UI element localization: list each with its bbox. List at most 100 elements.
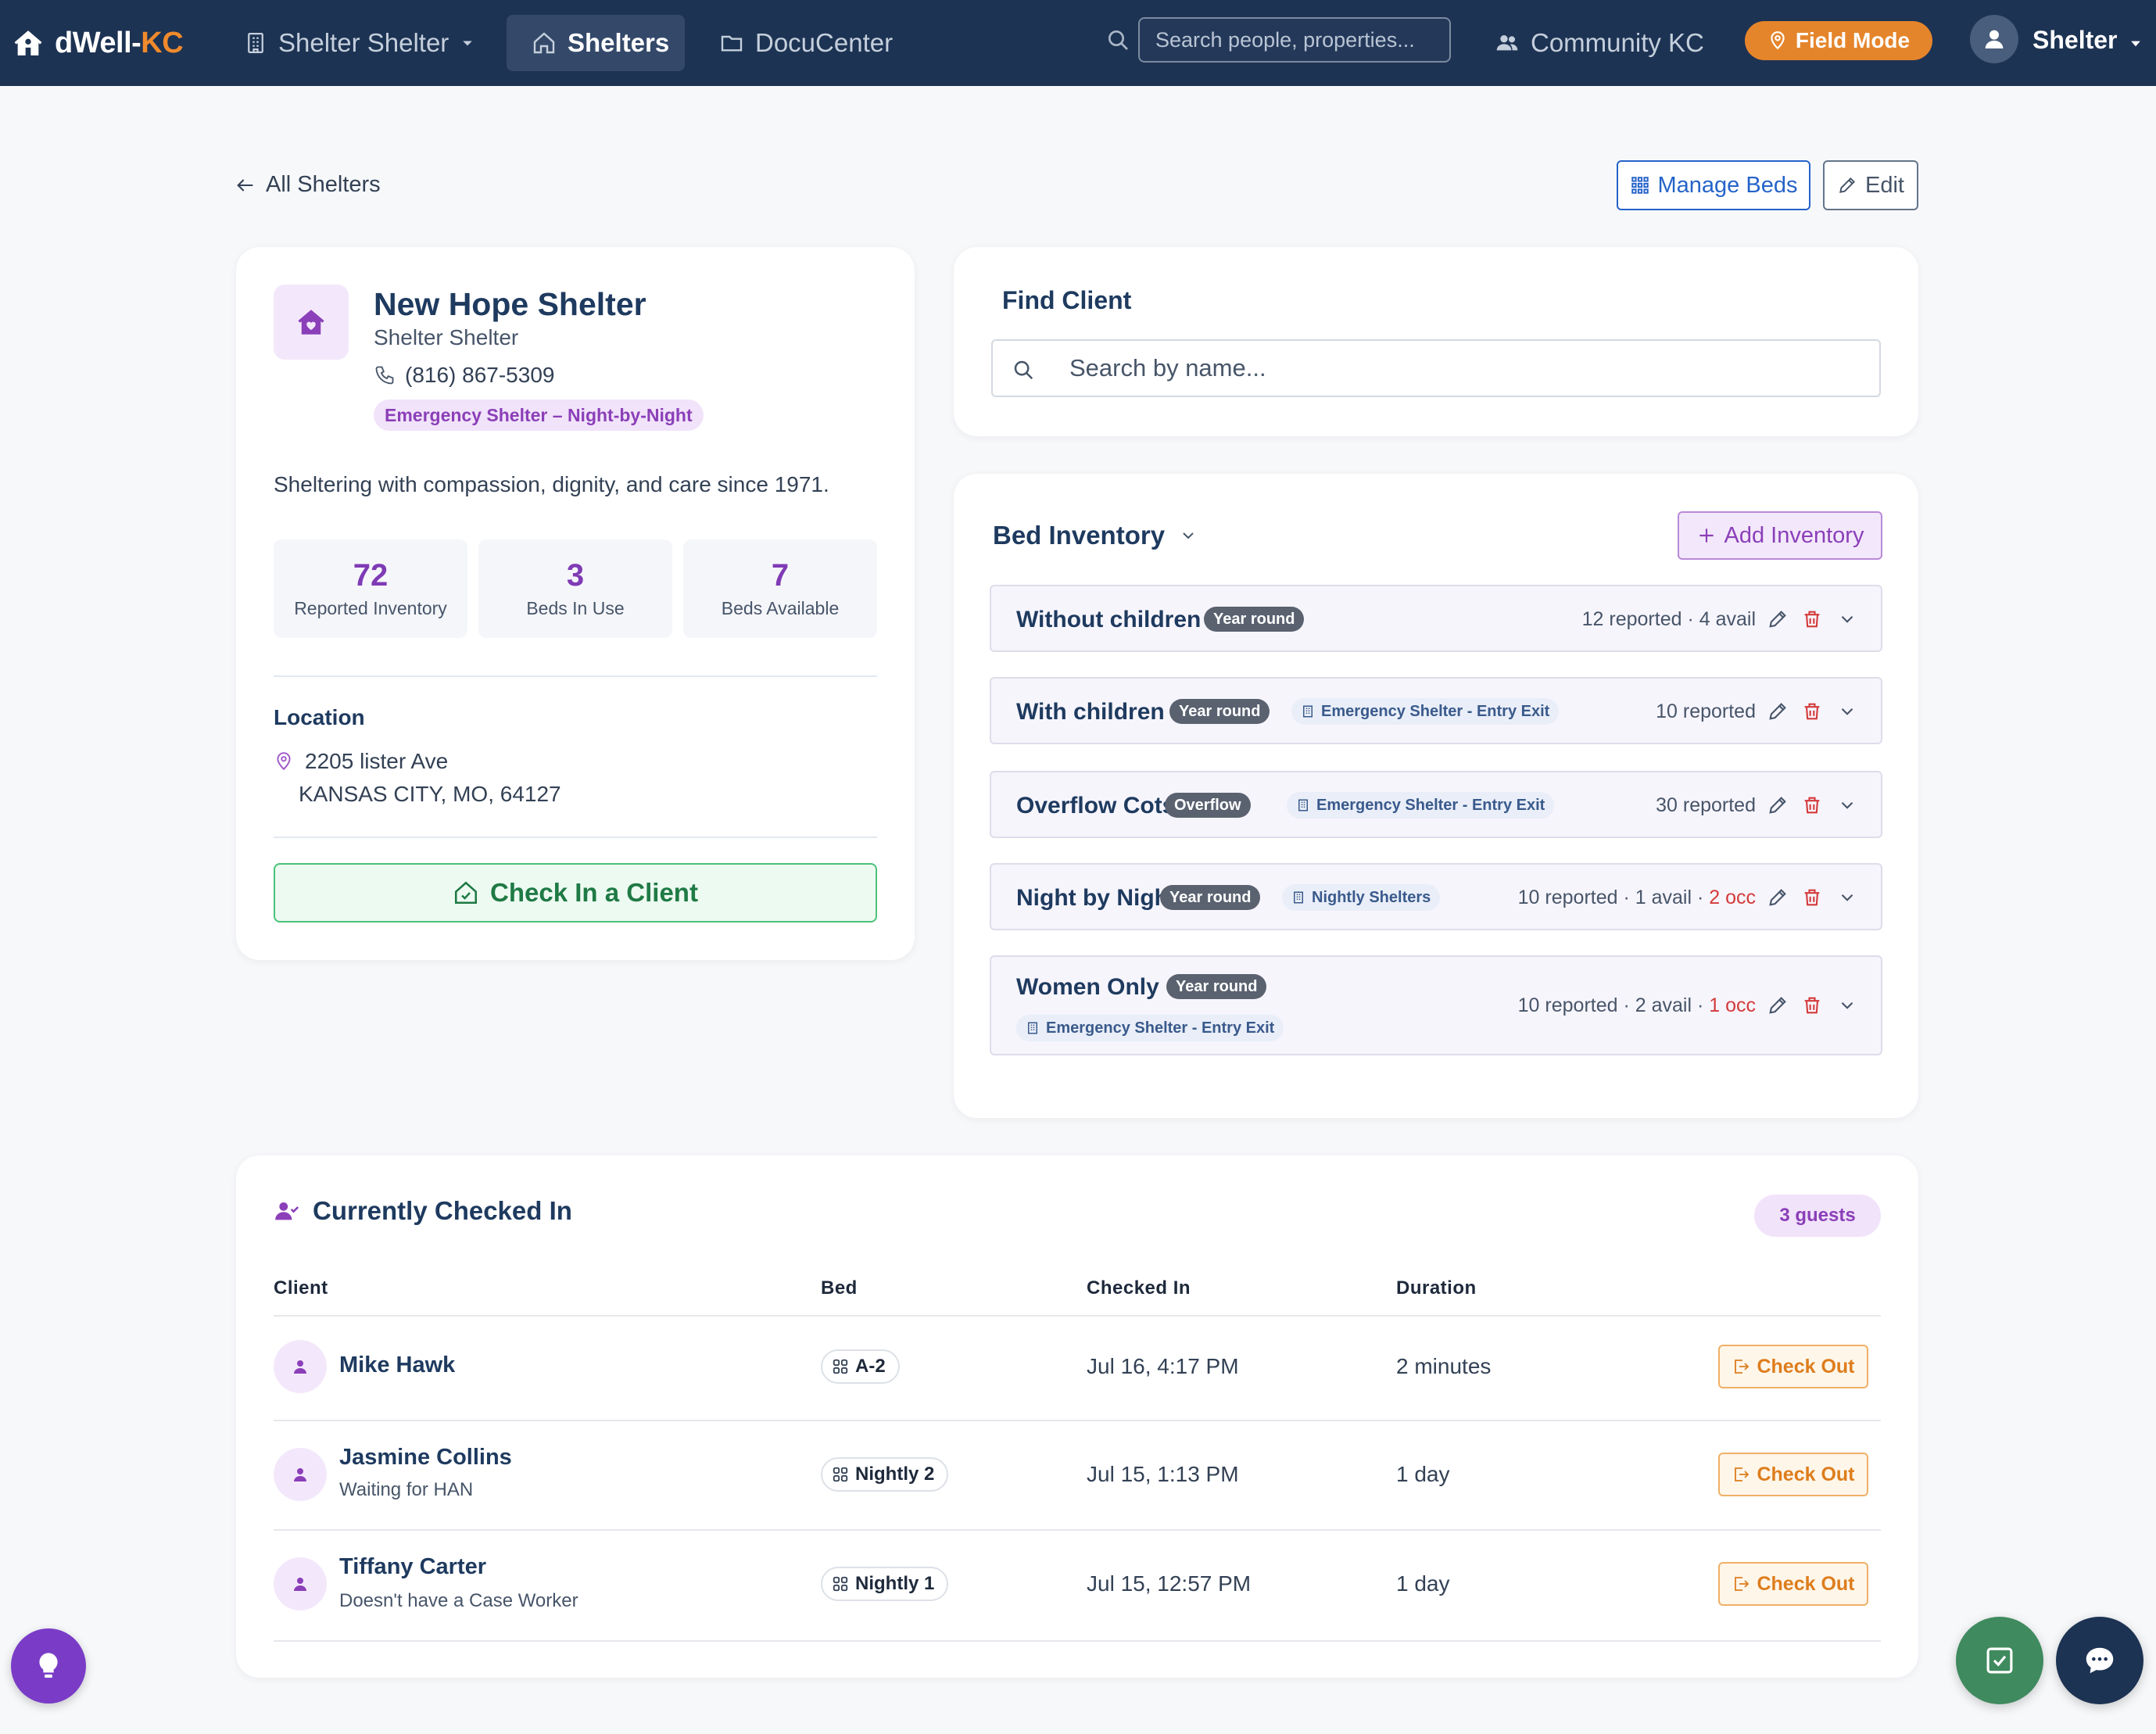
grid-icon	[832, 1358, 849, 1375]
program-badge: Emergency Shelter - Entry Exit	[1016, 1015, 1284, 1041]
check-in-client-button[interactable]: Check In a Client	[274, 863, 877, 923]
inventory-row[interactable]: Women Only Year round Emergency Shelter …	[990, 955, 1882, 1055]
ideas-button[interactable]	[11, 1628, 86, 1704]
stat-label: Beds In Use	[526, 598, 625, 618]
inventory-meta: 30 reported	[1656, 794, 1756, 817]
program-name: Emergency Shelter - Entry Exit	[1316, 796, 1545, 814]
pencil-icon[interactable]	[1767, 608, 1789, 630]
inventory-counts: 10 reported · 1 avail ·	[1517, 887, 1710, 908]
field-mode-button[interactable]: Field Mode	[1745, 21, 1932, 60]
client-note: Waiting for HAN	[339, 1479, 474, 1500]
chevron-down-icon[interactable]	[1837, 887, 1857, 908]
pencil-icon[interactable]	[1767, 794, 1789, 816]
tasks-button[interactable]	[1956, 1617, 2043, 1704]
nav-community[interactable]: Community KC	[1470, 15, 1729, 71]
table-divider	[274, 1529, 1881, 1531]
client-name-link[interactable]: Jasmine Collins	[339, 1445, 512, 1471]
column-header-checked-in[interactable]: Checked In	[1087, 1277, 1191, 1299]
chevron-down-icon[interactable]	[1837, 995, 1857, 1016]
duration: 1 day	[1396, 1462, 1450, 1486]
inventory-counts: 12 reported · 4 avail	[1581, 608, 1756, 630]
inventory-name: Women Only	[1016, 974, 1159, 1000]
trash-icon[interactable]	[1801, 887, 1823, 908]
trash-icon[interactable]	[1801, 794, 1823, 816]
avatar	[274, 1448, 327, 1501]
column-header-client[interactable]: Client	[274, 1277, 328, 1299]
shelter-name: New Hope Shelter	[374, 286, 646, 322]
lightbulb-icon	[33, 1650, 64, 1682]
inventory-name: Without children	[1016, 607, 1202, 632]
brand-logo[interactable]: dWell-KC	[13, 0, 184, 86]
stat-value: 72	[353, 558, 389, 593]
program-badge: Nightly Shelters	[1282, 884, 1441, 911]
checked-in-time: Jul 15, 12:57 PM	[1087, 1571, 1252, 1596]
add-inventory-button[interactable]: Add Inventory	[1678, 511, 1882, 560]
stat-label: Beds Available	[721, 598, 840, 618]
search-icon	[1012, 358, 1035, 382]
shelter-org: Shelter Shelter	[374, 325, 519, 349]
manage-beds-button[interactable]: Manage Beds	[1617, 160, 1810, 210]
duration: 1 day	[1396, 1571, 1450, 1596]
chevron-down-icon[interactable]	[2128, 36, 2143, 52]
user-icon	[291, 1357, 310, 1376]
inventory-row[interactable]: Overflow Cots Overflow Emergency Shelter…	[990, 771, 1882, 838]
client-name-link[interactable]: Tiffany Carter	[339, 1554, 486, 1580]
program-name: Nightly Shelters	[1312, 888, 1431, 906]
pencil-icon[interactable]	[1767, 994, 1789, 1016]
chevron-down-icon	[460, 35, 475, 51]
nav-tab-shelters[interactable]: Shelters	[507, 15, 685, 71]
column-header-bed[interactable]: Bed	[821, 1277, 858, 1299]
back-to-all-shelters-link[interactable]: All Shelters	[235, 172, 381, 198]
shelter-icon	[274, 285, 349, 360]
chevron-down-icon[interactable]	[1837, 609, 1857, 629]
stat-reported-inventory: 72 Reported Inventory	[274, 539, 467, 638]
bed-inventory-toggle[interactable]: Bed Inventory	[993, 521, 1198, 550]
inventory-row[interactable]: Night by Night Year round Nightly Shelte…	[990, 863, 1882, 930]
global-search-input[interactable]: Search people, properties...	[1138, 17, 1451, 63]
search-icon	[1105, 27, 1130, 52]
bed-badge: Nightly 2	[821, 1457, 949, 1492]
client-name-link[interactable]: Mike Hawk	[339, 1352, 455, 1378]
edit-shelter-button[interactable]: Edit	[1823, 160, 1918, 210]
avatar	[274, 1340, 327, 1393]
occupied-count: 1 occ	[1709, 994, 1756, 1016]
shelter-phone[interactable]: (816) 867-5309	[374, 363, 554, 388]
occupied-count: 2 occ	[1709, 887, 1756, 908]
duration: 2 minutes	[1396, 1354, 1492, 1378]
user-menu-name[interactable]: Shelter	[2032, 26, 2117, 55]
stat-beds-in-use: 3 Beds In Use	[478, 539, 672, 638]
org-selector[interactable]: Shelter Shelter	[219, 15, 500, 71]
log-out-icon	[1732, 1465, 1750, 1484]
stat-value: 3	[566, 558, 585, 593]
chevron-down-icon[interactable]	[1837, 795, 1857, 815]
column-header-duration[interactable]: Duration	[1396, 1277, 1477, 1299]
stat-beds-available: 7 Beds Available	[683, 539, 877, 638]
grid-icon	[1630, 175, 1650, 195]
chevron-down-icon	[1179, 526, 1198, 545]
pencil-icon[interactable]	[1767, 700, 1789, 722]
chat-button[interactable]	[2056, 1617, 2143, 1704]
location-title: Location	[274, 705, 365, 729]
check-out-button[interactable]: Check Out	[1718, 1453, 1868, 1496]
table-divider	[274, 1640, 1881, 1642]
client-search-input[interactable]: Search by name...	[991, 339, 1881, 397]
log-out-icon	[1732, 1357, 1750, 1376]
inventory-name: Overflow Cots	[1016, 793, 1176, 819]
address-street: 2205 lister Ave	[305, 749, 449, 773]
nav-tab-docucenter[interactable]: DocuCenter	[694, 15, 918, 71]
home-icon	[13, 27, 44, 59]
trash-icon[interactable]	[1801, 700, 1823, 722]
check-out-button[interactable]: Check Out	[1718, 1562, 1868, 1606]
chevron-down-icon[interactable]	[1837, 701, 1857, 722]
check-out-button[interactable]: Check Out	[1718, 1345, 1868, 1388]
inventory-row[interactable]: Without children Year round 12 reported …	[990, 585, 1882, 652]
user-avatar[interactable]	[1970, 15, 2018, 63]
term-badge: Year round	[1160, 885, 1261, 910]
org-selector-label: Shelter Shelter	[278, 28, 449, 57]
program-name: Emergency Shelter - Entry Exit	[1046, 1019, 1275, 1037]
trash-icon[interactable]	[1801, 608, 1823, 630]
inventory-row[interactable]: With children Year round Emergency Shelt…	[990, 677, 1882, 744]
inventory-meta: 10 reported · 2 avail · 1 occ	[1518, 994, 1756, 1017]
pencil-icon[interactable]	[1767, 887, 1789, 908]
trash-icon[interactable]	[1801, 994, 1823, 1016]
